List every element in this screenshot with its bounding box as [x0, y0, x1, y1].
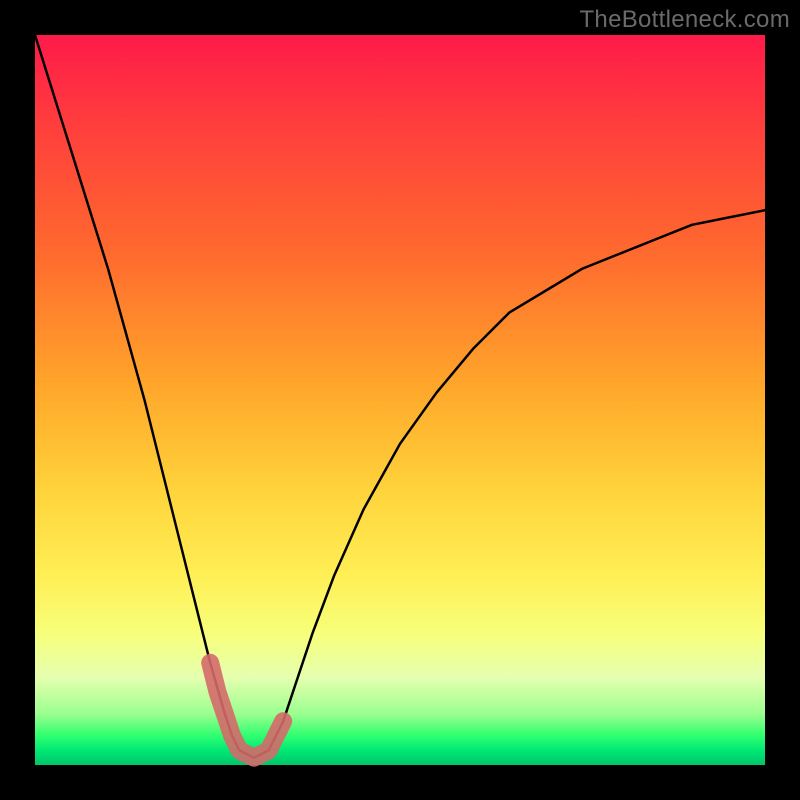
highlight-segment [210, 663, 283, 758]
bottleneck-curve-line [35, 35, 765, 758]
chart-svg [35, 35, 765, 765]
watermark-text: TheBottleneck.com [579, 6, 790, 34]
plot-area [35, 35, 765, 765]
chart-frame: TheBottleneck.com [0, 0, 800, 800]
